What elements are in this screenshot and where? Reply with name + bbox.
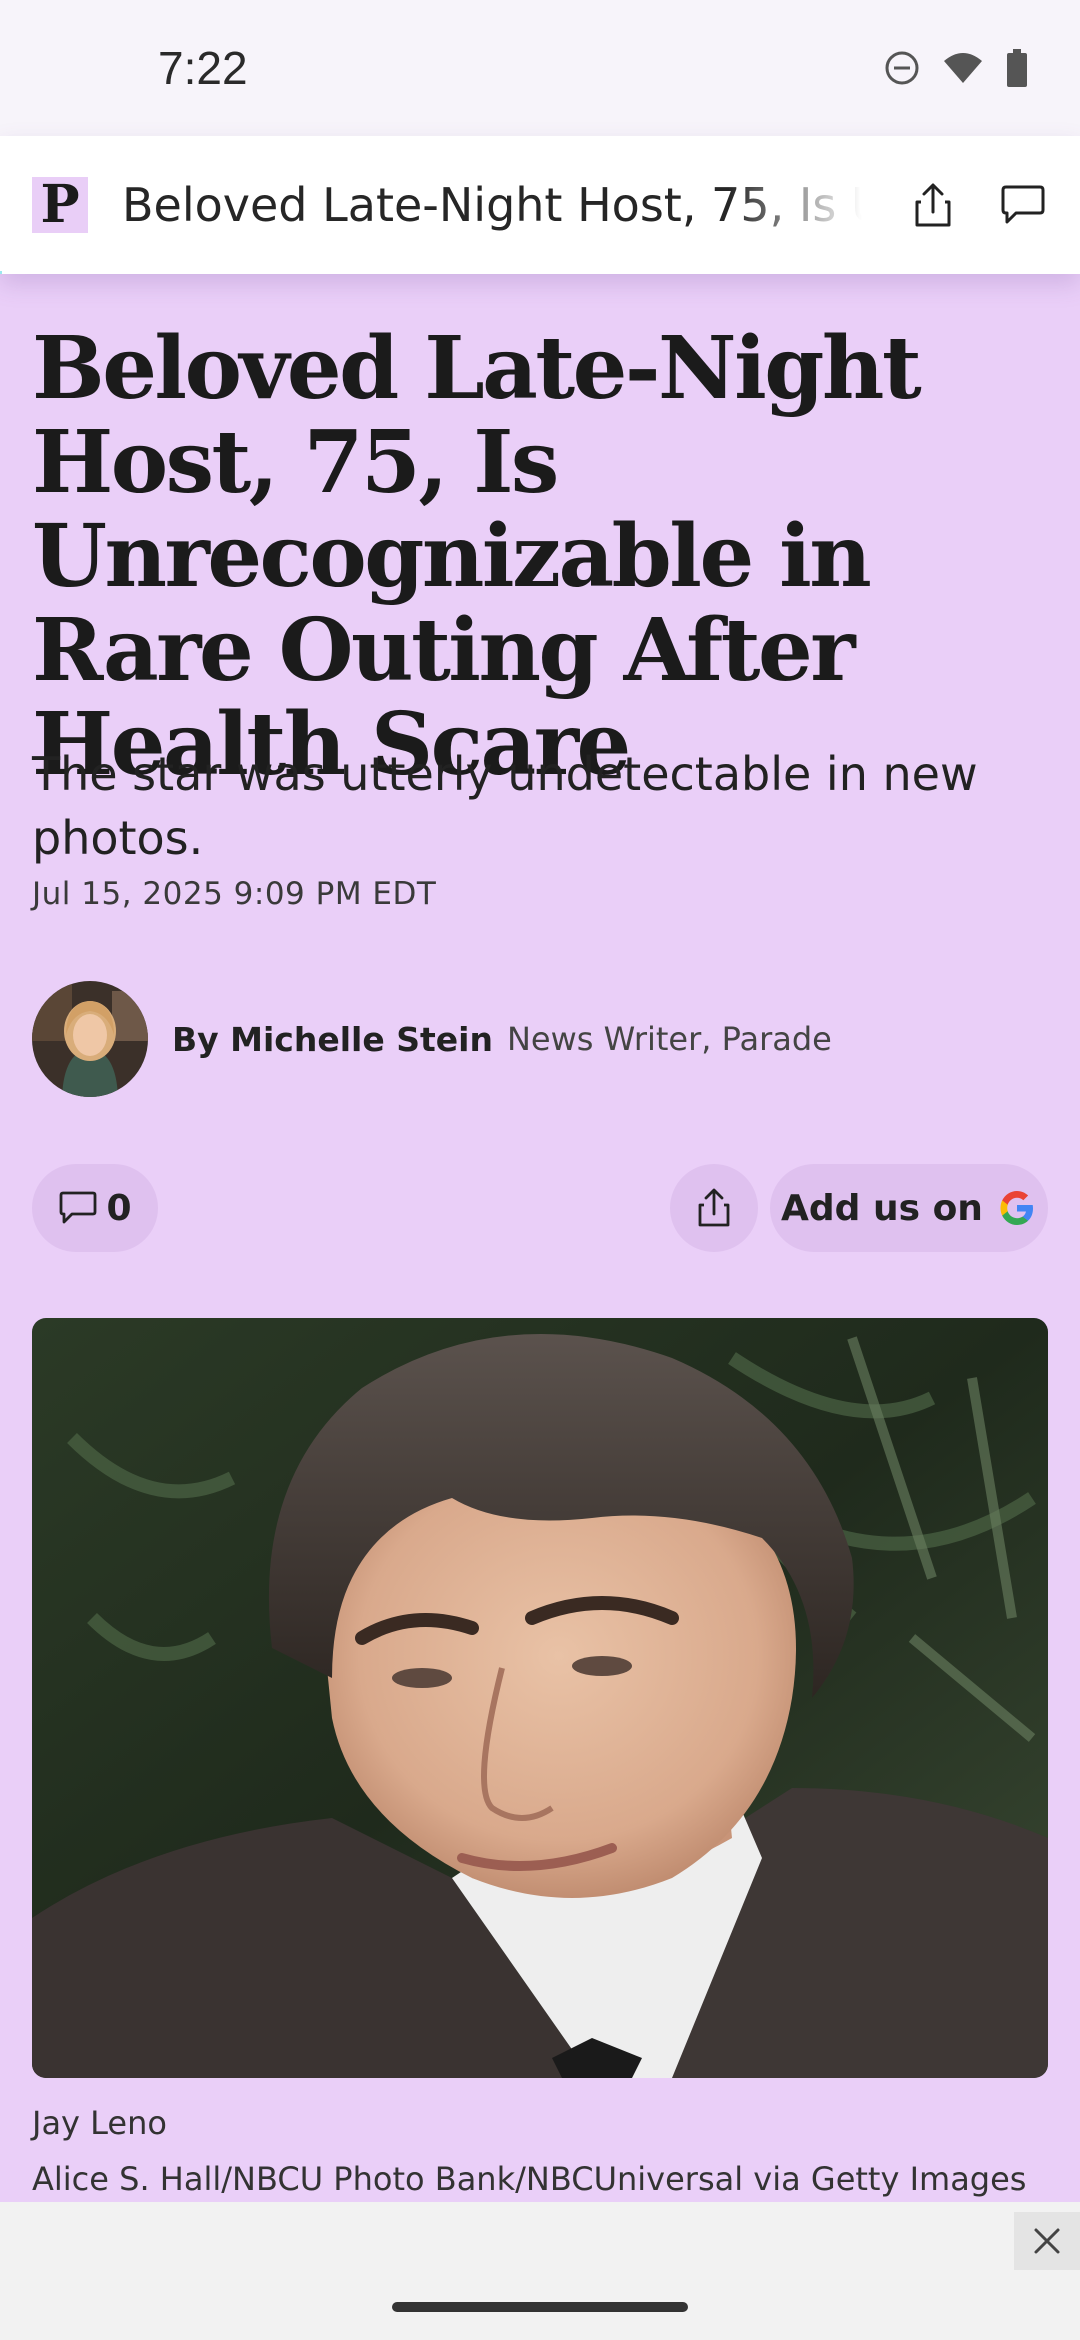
comment-icon (60, 1191, 97, 1224)
publish-date: Jul 15, 2025 9:09 PM EDT (32, 876, 437, 912)
author-avatar[interactable] (32, 981, 148, 1097)
parade-logo[interactable]: P (32, 177, 88, 233)
article-actions: 0 Add us on (32, 1164, 1048, 1252)
author-byline: By Michelle Stein News Writer, Parade (32, 980, 832, 1098)
battery-icon (1007, 49, 1027, 87)
article-headline: Beloved Late-Night Host, 75, Is Unrecogn… (32, 318, 922, 795)
comments-button[interactable]: 0 (32, 1164, 158, 1252)
author-role: News Writer, Parade (506, 1020, 832, 1058)
wifi-icon (944, 53, 982, 83)
ad-close-button[interactable] (1014, 2212, 1080, 2270)
status-icons (884, 49, 1028, 87)
share-icon (915, 183, 951, 227)
do-not-disturb-icon (885, 51, 919, 85)
home-indicator[interactable] (392, 2302, 688, 2312)
add-us-on-google-button[interactable]: Add us on (770, 1164, 1048, 1252)
header-share-button[interactable] (908, 180, 958, 230)
status-time: 7:22 (158, 42, 248, 94)
add-us-on-label: Add us on (781, 1187, 983, 1229)
header-actions (908, 180, 1048, 230)
image-caption: Jay Leno (32, 2104, 167, 2142)
status-bar: 7:22 (0, 0, 1080, 136)
header-title: Beloved Late-Night Host, 75, Is Unrecogn… (122, 178, 862, 232)
article-hero-image[interactable] (32, 1318, 1048, 2078)
header-comments-button[interactable] (998, 180, 1048, 230)
ad-banner (0, 2202, 1080, 2340)
comment-icon (1001, 185, 1045, 224)
close-icon (1034, 2228, 1060, 2254)
article-subhead: The star was utterly undetectable in new… (32, 747, 978, 865)
comment-count: 0 (106, 1187, 132, 1229)
share-button[interactable] (670, 1164, 758, 1252)
google-g-icon (1000, 1191, 1033, 1225)
image-credit: Alice S. Hall/NBCU Photo Bank/NBCUnivers… (32, 2160, 1027, 2198)
author-name[interactable]: By Michelle Stein (172, 1020, 493, 1059)
reading-progress-bar (0, 271, 2, 274)
share-icon (698, 1188, 730, 1227)
article-header-bar: P Beloved Late-Night Host, 75, Is Unreco… (0, 136, 1080, 274)
